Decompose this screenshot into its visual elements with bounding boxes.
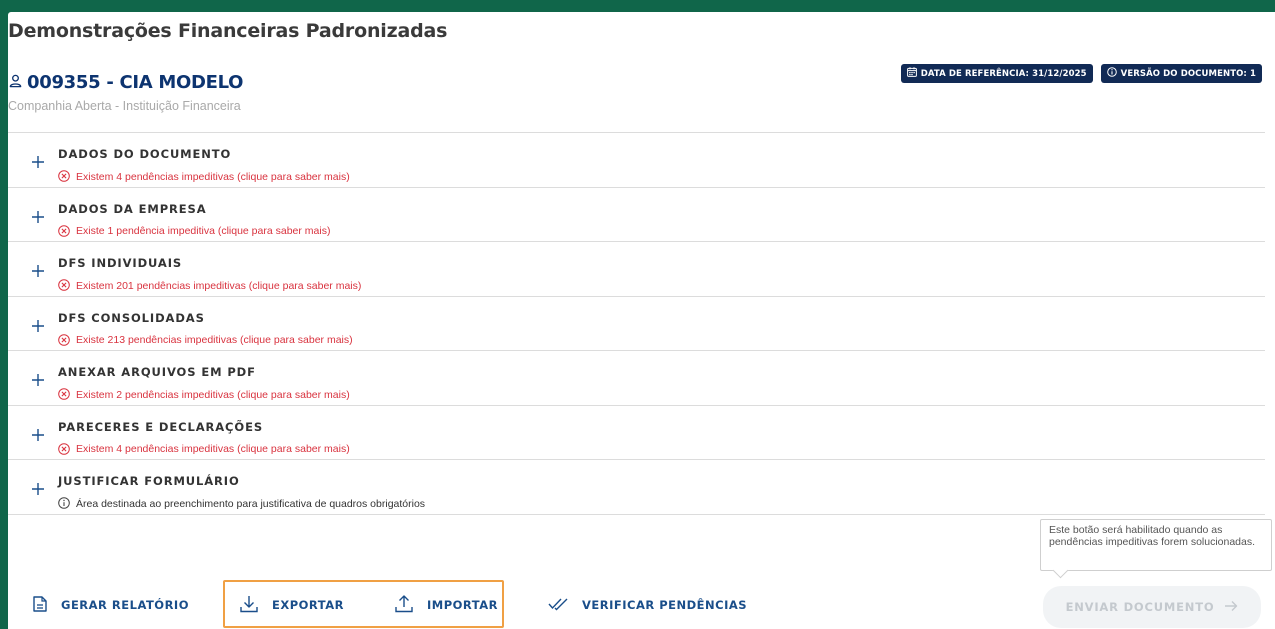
section-status: Área destinada ao preenchimento para jus… xyxy=(58,494,425,513)
import-button[interactable]: IMPORTAR xyxy=(395,594,498,616)
section-status[interactable]: Existem 2 pendências impeditivas (clique… xyxy=(58,385,350,404)
section-title: ANEXAR ARQUIVOS EM PDF xyxy=(58,365,256,379)
plus-icon[interactable] xyxy=(32,426,44,445)
plus-icon[interactable] xyxy=(32,371,44,390)
section-status-text: Existem 4 pendências impeditivas (clique… xyxy=(76,443,350,455)
plus-icon[interactable] xyxy=(32,208,44,227)
export-label: EXPORTAR xyxy=(272,598,344,612)
import-label: IMPORTAR xyxy=(427,598,498,612)
company-header: 009355 - CIA MODELO Companhia Aberta - I… xyxy=(8,72,243,113)
section-dados-da-empresa[interactable]: DADOS DA EMPRESA Existe 1 pendência impe… xyxy=(8,188,1265,242)
section-dados-do-documento[interactable]: DADOS DO DOCUMENTO Existem 4 pendências … xyxy=(8,133,1265,188)
verify-pending-button[interactable]: VERIFICAR PENDÊNCIAS xyxy=(548,594,747,616)
company-name: 009355 - CIA MODELO xyxy=(27,72,244,93)
plus-icon[interactable] xyxy=(32,317,44,336)
error-circle-icon xyxy=(58,222,70,241)
section-dfs-individuais[interactable]: DFS INDIVIDUAIS Existem 201 pendências i… xyxy=(8,242,1265,297)
section-status-text: Existe 1 pendência impeditiva (clique pa… xyxy=(76,225,331,237)
document-version-label: VERSÃO DO DOCUMENTO: 1 xyxy=(1120,68,1256,79)
document-badges: DATA DE REFERÊNCIA: 31/12/2025 VERSÃO DO… xyxy=(900,64,1262,83)
section-dfs-consolidadas[interactable]: DFS CONSOLIDADAS Existe 213 pendências i… xyxy=(8,297,1265,351)
section-status-text: Existem 4 pendências impeditivas (clique… xyxy=(76,170,350,183)
plus-icon[interactable] xyxy=(32,262,44,281)
upload-icon xyxy=(395,594,413,616)
plus-icon[interactable] xyxy=(32,480,44,499)
calendar-icon xyxy=(906,67,917,80)
section-status[interactable]: Existem 4 pendências impeditivas (clique… xyxy=(58,440,350,459)
error-circle-icon xyxy=(58,331,70,350)
section-title: JUSTIFICAR FORMULÁRIO xyxy=(58,474,240,488)
section-pareceres-e-declaracoes[interactable]: PARECERES E DECLARAÇÕES Existem 4 pendên… xyxy=(8,406,1265,460)
info-circle-icon xyxy=(58,494,70,513)
section-title: DFS INDIVIDUAIS xyxy=(58,256,183,270)
section-status[interactable]: Existem 201 pendências impeditivas (cliq… xyxy=(58,276,361,295)
send-document-label: ENVIAR DOCUMENTO xyxy=(1065,600,1215,614)
info-icon xyxy=(1106,67,1117,80)
section-status-text: Existem 2 pendências impeditivas (clique… xyxy=(76,388,350,401)
generate-report-label: GERAR RELATÓRIO xyxy=(61,598,189,612)
arrow-right-icon xyxy=(1224,600,1238,615)
section-title: DADOS DO DOCUMENTO xyxy=(58,147,232,161)
download-icon xyxy=(240,595,258,616)
section-anexar-arquivos-pdf[interactable]: ANEXAR ARQUIVOS EM PDF Existem 2 pendênc… xyxy=(8,351,1265,406)
main-panel: Demonstrações Financeiras Padronizadas 0… xyxy=(8,12,1275,629)
send-disabled-tooltip: Este botão será habilitado quando as pen… xyxy=(1040,519,1272,571)
error-circle-icon xyxy=(58,385,70,404)
section-title: PARECERES E DECLARAÇÕES xyxy=(58,419,264,434)
section-justificar-formulario[interactable]: JUSTIFICAR FORMULÁRIO Área destinada ao … xyxy=(8,460,1265,515)
error-circle-icon xyxy=(58,167,70,186)
send-document-button[interactable]: ENVIAR DOCUMENTO xyxy=(1043,586,1261,628)
error-circle-icon xyxy=(58,276,70,295)
section-status[interactable]: Existe 213 pendências impeditivas (cliqu… xyxy=(58,331,353,350)
error-circle-icon xyxy=(58,440,70,459)
plus-icon[interactable] xyxy=(32,153,44,172)
sections-accordion: DADOS DO DOCUMENTO Existem 4 pendências … xyxy=(8,132,1265,515)
section-status-text: Existem 201 pendências impeditivas (cliq… xyxy=(76,279,362,292)
section-status[interactable]: Existe 1 pendência impeditiva (clique pa… xyxy=(58,222,330,241)
section-status[interactable]: Existem 4 pendências impeditivas (clique… xyxy=(58,167,350,186)
double-check-icon xyxy=(548,597,568,614)
section-title: DADOS DA EMPRESA xyxy=(58,201,207,216)
section-status-text: Existe 213 pendências impeditivas (cliqu… xyxy=(76,334,353,346)
verify-pending-label: VERIFICAR PENDÊNCIAS xyxy=(582,598,748,612)
document-icon xyxy=(33,595,47,615)
reference-date-label: DATA DE REFERÊNCIA: 31/12/2025 xyxy=(920,68,1087,79)
reference-date-badge: DATA DE REFERÊNCIA: 31/12/2025 xyxy=(900,64,1093,83)
user-icon xyxy=(8,73,23,92)
document-version-badge: VERSÃO DO DOCUMENTO: 1 xyxy=(1100,64,1262,83)
section-title: DFS CONSOLIDADAS xyxy=(58,310,205,325)
company-subtitle: Companhia Aberta - Instituição Financeir… xyxy=(8,99,241,113)
section-status-text: Área destinada ao preenchimento para jus… xyxy=(76,497,426,510)
page-title: Demonstrações Financeiras Padronizadas xyxy=(8,20,448,42)
generate-report-button[interactable]: GERAR RELATÓRIO xyxy=(33,594,189,616)
export-button[interactable]: EXPORTAR xyxy=(240,594,344,616)
